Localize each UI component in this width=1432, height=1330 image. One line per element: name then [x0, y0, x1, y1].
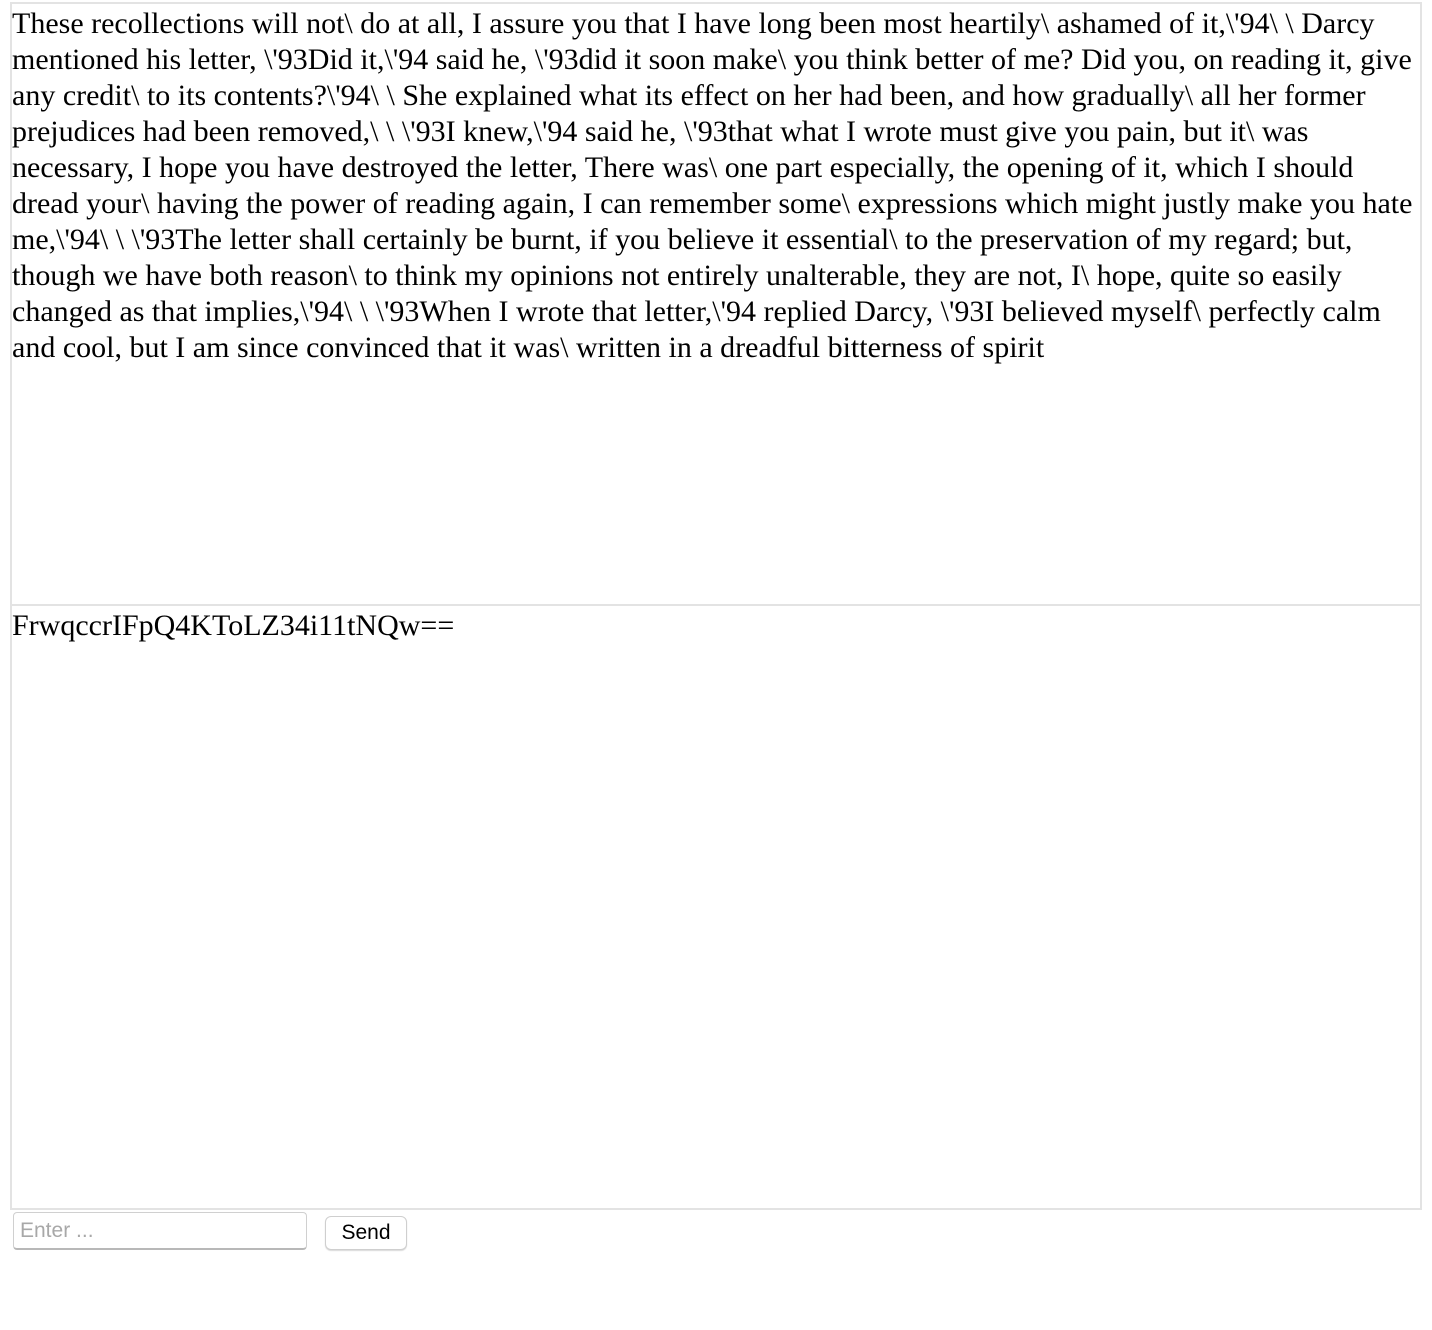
bottom-panel-text: FrwqccrIFpQ4KToLZ34i11tNQw== [12, 609, 455, 642]
top-text-panel: These recollections will not\ do at all,… [10, 2, 1422, 606]
bottom-text-panel: FrwqccrIFpQ4KToLZ34i11tNQw== [10, 604, 1422, 1210]
message-input[interactable] [13, 1212, 307, 1250]
send-button[interactable]: Send [325, 1216, 407, 1250]
top-panel-text: These recollections will not\ do at all,… [12, 7, 1413, 364]
